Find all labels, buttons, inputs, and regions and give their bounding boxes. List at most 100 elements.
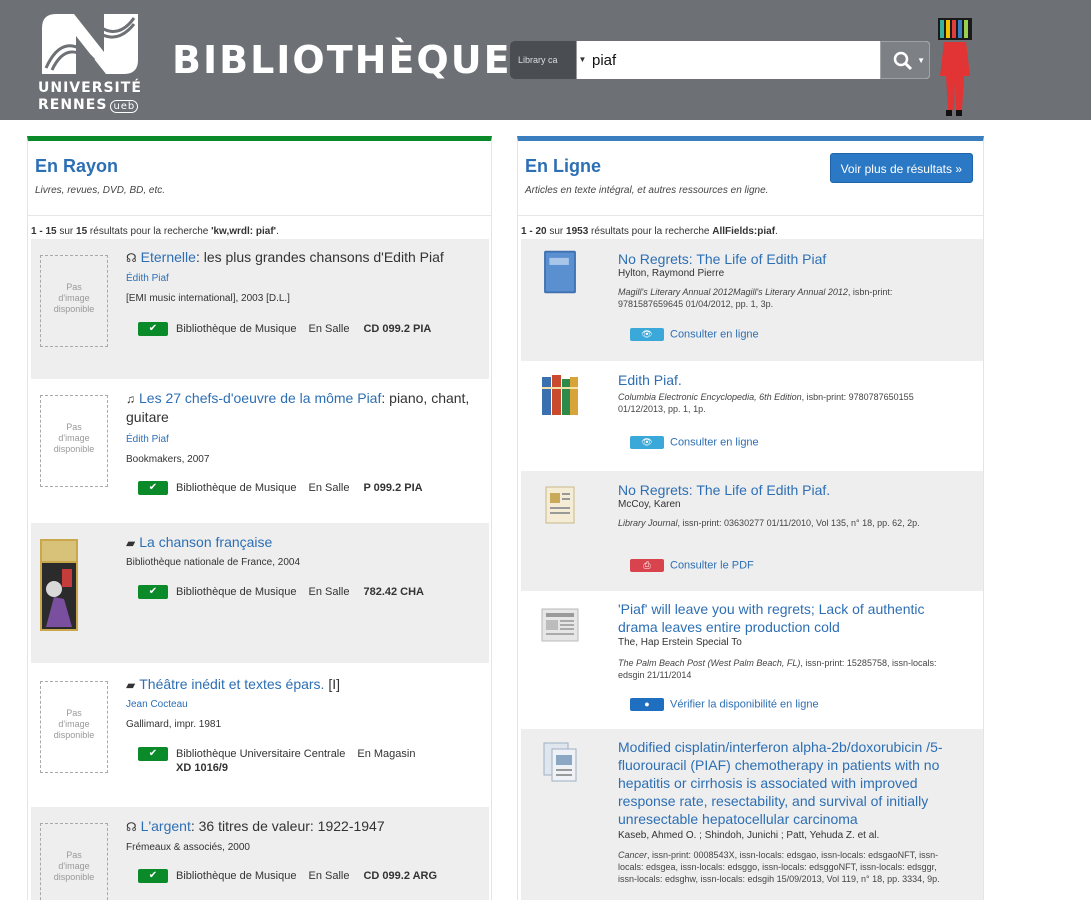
- record-location: En Salle: [308, 481, 350, 494]
- en-rayon-title: En Rayon: [35, 156, 119, 176]
- record-title[interactable]: 'Piaf' will leave you with regrets; Lack…: [618, 600, 958, 636]
- search-input[interactable]: [592, 41, 882, 79]
- record-author: McCoy, Karen: [618, 499, 681, 510]
- online-link-label: Consulter le PDF: [670, 559, 754, 572]
- logo-text-universite: UNIVERSITÉ: [38, 80, 142, 96]
- chevron-down-icon[interactable]: ▼: [576, 41, 588, 79]
- logo-text-rennes: RENNES ueb: [38, 97, 139, 113]
- check-availability-link[interactable]: ● Vérifier la disponibilité en ligne: [630, 698, 819, 711]
- list-item: 'Piaf' will leave you with regrets; Lack…: [521, 591, 983, 727]
- record-title-rest: : les plus grandes chansons d'Edith Piaf: [195, 249, 444, 265]
- count-range: 1 - 15: [31, 226, 57, 237]
- record-title-rest: [I]: [324, 676, 341, 692]
- record-availability: ✔ Bibliothèque de Musique En Salle CD 099.2…: [138, 869, 437, 883]
- list-item: Pas d'image disponible ▰ Théâtre inédit et …: [31, 663, 489, 805]
- newspaper-icon[interactable]: [540, 603, 580, 649]
- record-title-link[interactable]: Théâtre inédit et textes épars.: [139, 676, 324, 692]
- record-title: ☊ Eternelle: les plus grandes chansons d'…: [126, 248, 476, 267]
- en-ligne-title: En Ligne: [525, 156, 601, 176]
- record-title-rest: : 36 titres de valeur: 1922-1947: [190, 818, 385, 834]
- search-options-caret-icon[interactable]: ▼: [917, 56, 925, 65]
- periodical-icon[interactable]: [540, 481, 580, 527]
- site-title[interactable]: BIBLIOTHÈQUES: [172, 38, 541, 82]
- record-callno: P 099.2 PIA: [363, 481, 423, 494]
- pdf-link[interactable]: ⎙ Consulter le PDF: [630, 559, 754, 572]
- record-location: En Magasin: [357, 747, 416, 760]
- record-library: Bibliothèque Universitaire Centrale: [176, 747, 346, 760]
- list-item: Modified cisplatin/interferon alpha-2b/d…: [521, 729, 983, 900]
- result-count: 1 - 20 sur 1953 résultats pour la recher…: [521, 226, 778, 237]
- record-location: En Salle: [308, 869, 350, 882]
- decorative-figure-icon: [938, 18, 972, 116]
- count-text: résultats pour la recherche: [588, 226, 713, 237]
- list-item: ▰ La chanson française Bibliothèque natio…: [31, 523, 489, 663]
- record-publisher: Frémeaux & associés, 2000: [126, 842, 250, 853]
- record-source-title: Magill's Literary Annual 2012Magill's Li…: [618, 287, 848, 297]
- available-check-icon: ✔: [138, 869, 168, 883]
- available-check-icon: ✔: [138, 747, 168, 761]
- encyclopedia-icon[interactable]: [540, 371, 580, 417]
- online-access-link[interactable]: 👁 Consulter en ligne: [630, 436, 759, 449]
- en-ligne-subtitle: Articles en texte intégral, et autres re…: [525, 185, 769, 196]
- record-title-link[interactable]: La chanson française: [139, 534, 272, 550]
- ueb-logo: ueb: [110, 100, 139, 113]
- no-image-placeholder: Pas d'image disponible: [40, 681, 108, 773]
- record-library: Bibliothèque de Musique: [176, 869, 297, 882]
- record-availability: ✔ Bibliothèque Universitaire Centrale En M…: [138, 747, 415, 761]
- record-title-link[interactable]: L'argent: [141, 818, 191, 834]
- available-check-icon: ✔: [138, 585, 168, 599]
- list-item: No Regrets: The Life of Edith Piaf. McCo…: [521, 471, 983, 591]
- globe-icon: ●: [630, 698, 664, 711]
- record-availability: ✔ Bibliothèque de Musique En Salle 782.42 C…: [138, 585, 424, 599]
- record-callno: CD 099.2 PIA: [363, 322, 432, 335]
- record-title[interactable]: No Regrets: The Life of Edith Piaf: [618, 250, 958, 268]
- record-author: Kaseb, Ahmed O. ; Shindoh, Junichi ; Pat…: [618, 830, 880, 841]
- record-title-link[interactable]: Les 27 chefs-d'oeuvre de la môme Piaf: [139, 390, 381, 406]
- book-cover-thumbnail[interactable]: [40, 539, 78, 631]
- no-image-placeholder: Pas d'image disponible: [40, 823, 108, 900]
- record-title: ♫ Les 27 chefs-d'oeuvre de la môme Piaf: …: [126, 389, 476, 426]
- en-rayon-subtitle: Livres, revues, DVD, BD, etc.: [35, 185, 166, 196]
- record-author: The, Hap Erstein Special To: [618, 637, 742, 648]
- search-button[interactable]: ▼: [880, 41, 930, 79]
- record-title[interactable]: No Regrets: The Life of Edith Piaf.: [618, 481, 958, 499]
- record-publisher: Bookmakers, 2007: [126, 454, 210, 465]
- en-ligne-panel: En Ligne Voir plus de résultats » Articl…: [517, 136, 984, 900]
- record-source: Cancer, issn-print: 0008543X, issn-local…: [618, 849, 953, 885]
- record-title: ▰ La chanson française: [126, 533, 476, 552]
- audio-icon: ☊: [126, 251, 137, 265]
- count-query: AllFields:piaf: [712, 226, 776, 237]
- result-count: 1 - 15 sur 15 résultats pour la recherch…: [31, 226, 279, 237]
- record-source-details: , issn-print: 03630277 01/11/2010, Vol 1…: [677, 518, 920, 528]
- book-cover-icon[interactable]: [540, 249, 580, 295]
- record-author[interactable]: Jean Cocteau: [126, 699, 188, 710]
- search-icon: [893, 51, 913, 71]
- record-title[interactable]: Modified cisplatin/interferon alpha-2b/d…: [618, 738, 958, 828]
- count-total: 15: [76, 226, 88, 237]
- record-source: Columbia Electronic Encyclopedia, 6th Ed…: [618, 391, 953, 415]
- list-item: No Regrets: The Life of Edith Piaf Hylto…: [521, 239, 983, 361]
- record-author[interactable]: Édith Piaf: [126, 273, 169, 284]
- record-availability: ✔ Bibliothèque de Musique En Salle CD 099.2…: [138, 322, 431, 336]
- no-image-placeholder: Pas d'image disponible: [40, 395, 108, 487]
- record-source-title: Library Journal: [618, 518, 678, 528]
- search-type-select[interactable]: Library ca: [510, 41, 576, 79]
- online-access-link[interactable]: 👁 Consulter en ligne: [630, 328, 759, 341]
- music-score-icon: ♫: [126, 392, 135, 406]
- more-results-button[interactable]: Voir plus de résultats »: [829, 153, 973, 183]
- record-author[interactable]: Édith Piaf: [126, 434, 169, 445]
- record-library: Bibliothèque de Musique: [176, 585, 297, 598]
- book-icon: ▰: [126, 678, 136, 692]
- record-callno: CD 099.2 ARG: [363, 869, 438, 882]
- count-range: 1 - 20: [521, 226, 547, 237]
- divider: [518, 215, 983, 216]
- no-image-placeholder: Pas d'image disponible: [40, 255, 108, 347]
- university-logo-icon[interactable]: [34, 8, 146, 80]
- list-item: Pas d'image disponible ♫ Les 27 chefs-d'oeu…: [31, 379, 489, 523]
- record-title[interactable]: Edith Piaf.: [618, 371, 958, 389]
- divider: [28, 215, 491, 216]
- record-location: En Salle: [308, 322, 350, 335]
- record-source: The Palm Beach Post (West Palm Beach, FL…: [618, 657, 953, 681]
- academic-journal-icon[interactable]: [540, 739, 580, 785]
- record-title-link[interactable]: Eternelle: [141, 249, 196, 265]
